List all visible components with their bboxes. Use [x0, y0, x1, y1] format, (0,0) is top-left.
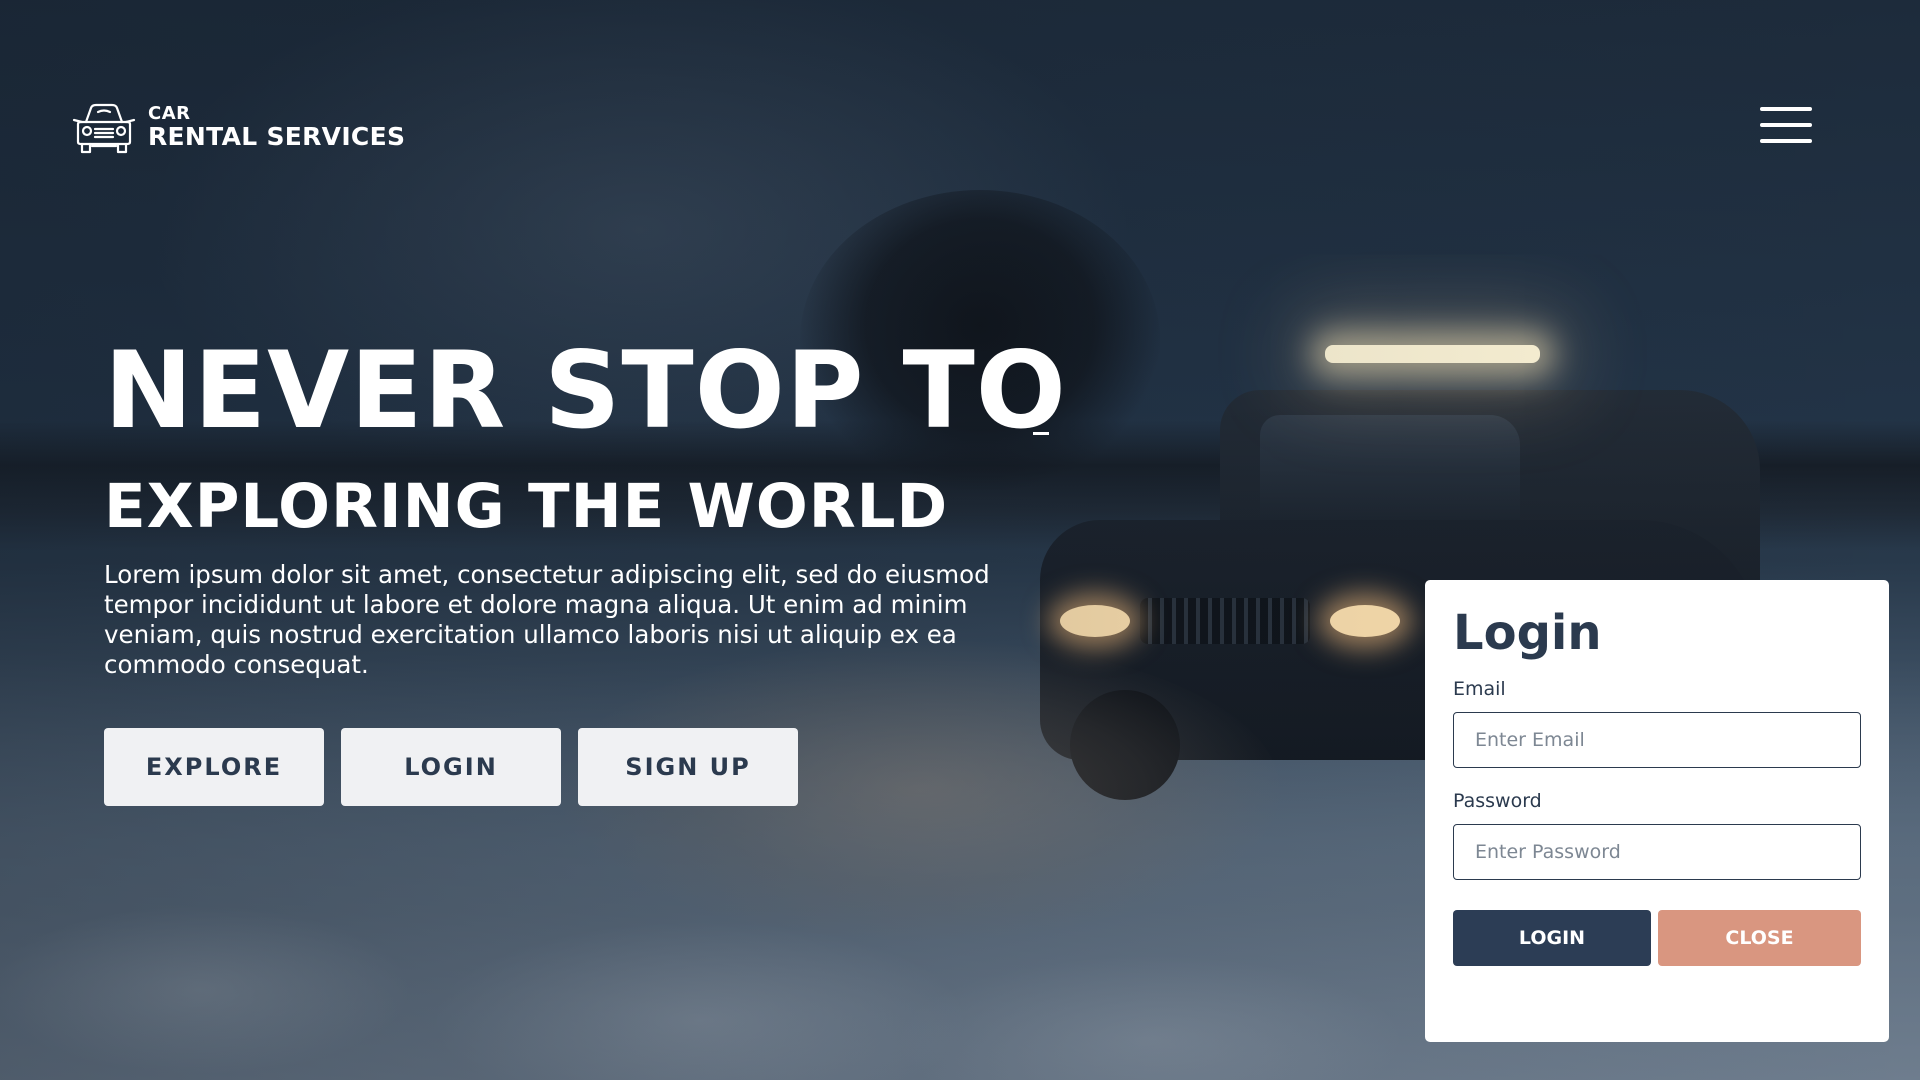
- typing-cursor: [1033, 432, 1049, 435]
- password-label: Password: [1453, 790, 1542, 813]
- close-button[interactable]: CLOSE: [1658, 910, 1861, 967]
- password-field[interactable]: [1453, 824, 1861, 881]
- hamburger-line: [1760, 123, 1812, 127]
- login-panel: Login Email Password LOGIN CLOSE: [1425, 580, 1889, 1042]
- login-submit-button[interactable]: LOGIN: [1453, 910, 1651, 967]
- brand-big-text: RENTAL SERVICES: [148, 122, 406, 152]
- login-actions: LOGIN CLOSE: [1453, 910, 1861, 967]
- login-title: Login: [1453, 605, 1602, 661]
- hamburger-line: [1760, 107, 1812, 111]
- hero-title: NEVER STOP TO: [104, 329, 1067, 452]
- email-field[interactable]: [1453, 712, 1861, 769]
- hero-button-group: EXPLORE LOGIN SIGN UP: [104, 728, 798, 806]
- brand-logo[interactable]: CAR RENTAL SERVICES: [72, 100, 405, 156]
- hero-subtitle: EXPLORING THE WORLD: [104, 471, 949, 542]
- brand-text: CAR RENTAL SERVICES: [148, 105, 406, 152]
- hero-description: Lorem ipsum dolor sit amet, consectetur …: [104, 560, 990, 679]
- signup-button[interactable]: SIGN UP: [578, 728, 798, 806]
- hamburger-line: [1760, 139, 1812, 143]
- hamburger-menu-icon[interactable]: [1760, 105, 1812, 145]
- car-icon: [72, 103, 136, 154]
- email-label: Email: [1453, 678, 1506, 701]
- explore-button[interactable]: EXPLORE: [104, 728, 324, 806]
- hero-login-button[interactable]: LOGIN: [341, 728, 561, 806]
